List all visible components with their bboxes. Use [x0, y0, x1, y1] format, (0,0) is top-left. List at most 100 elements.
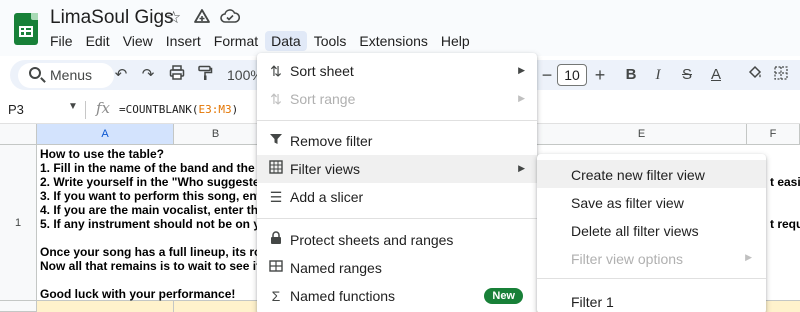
menu-tools[interactable]: Tools: [308, 31, 353, 51]
cell-line: 4. If you are the main vocalist, enter t…: [40, 203, 265, 217]
menu-divider: [257, 218, 537, 219]
submenu-item-label: Save as filter view: [571, 195, 684, 211]
submenu-item-create-filter-view[interactable]: Create new filter view: [537, 160, 766, 188]
submenu-item-save-as-filter-view[interactable]: Save as filter view: [537, 188, 766, 216]
menu-view[interactable]: View: [117, 31, 159, 51]
submenu-item-delete-all-filter-views[interactable]: Delete all filter views: [537, 216, 766, 244]
submenu-arrow-icon: ▶: [518, 163, 525, 173]
menu-divider: [537, 278, 766, 279]
column-header-a[interactable]: A: [37, 124, 174, 145]
cloud-saved-icon[interactable]: [220, 8, 241, 31]
strikethrough-icon[interactable]: S: [676, 65, 698, 85]
undo-icon[interactable]: ↶: [110, 65, 132, 85]
print-icon[interactable]: [166, 65, 188, 87]
row-header-2[interactable]: [0, 301, 37, 312]
text-color-icon[interactable]: A: [705, 65, 727, 85]
decrease-font-icon[interactable]: −: [536, 65, 558, 85]
formula-prefix: =COUNTBLANK(: [119, 103, 199, 116]
new-badge: New: [484, 288, 523, 304]
menu-insert[interactable]: Insert: [160, 31, 207, 51]
menu-item-label: Named functions: [290, 288, 396, 304]
search-menus-label: Menus: [50, 67, 93, 83]
submenu-item-filter-view-options[interactable]: Filter view options ▶: [537, 244, 766, 272]
formula-range-ref: E3:M3: [198, 103, 232, 116]
overflow-text: t requ: [770, 217, 800, 231]
menu-file[interactable]: File: [44, 31, 79, 51]
cell-line: [40, 273, 270, 287]
menu-item-label: Protect sheets and ranges: [290, 232, 454, 248]
column-header-f[interactable]: F: [747, 124, 800, 145]
menu-item-label: Filter views: [290, 161, 361, 177]
select-all-corner[interactable]: [0, 124, 37, 145]
cell-line: [40, 231, 270, 245]
move-to-drive-icon[interactable]: [193, 8, 211, 31]
menu-format[interactable]: Format: [208, 31, 264, 51]
cell-line: Good luck with your performance!: [40, 287, 236, 301]
menu-item-named-functions[interactable]: Σ Named functions New: [257, 282, 537, 310]
formula-suffix: ): [231, 103, 239, 116]
submenu-arrow-icon: ▶: [518, 65, 525, 75]
formula-input[interactable]: =COUNTBLANK(E3:M3): [119, 103, 238, 116]
named-ranges-icon: [267, 259, 285, 277]
menu-extensions[interactable]: Extensions: [353, 31, 433, 51]
document-title[interactable]: LimaSoul Gigs: [50, 7, 174, 29]
submenu-item-label: Delete all filter views: [571, 223, 699, 239]
menu-edit[interactable]: Edit: [80, 31, 116, 51]
borders-icon[interactable]: [770, 65, 792, 87]
menu-item-sort-sheet[interactable]: ⇅ Sort sheet ▶: [257, 57, 537, 85]
menu-item-label: Remove filter: [290, 133, 373, 149]
row-header-1[interactable]: 1: [0, 145, 37, 301]
star-icon[interactable]: ☆: [166, 8, 181, 28]
title-bar: LimaSoul Gigs ☆ File Edit View Insert Fo…: [0, 0, 800, 56]
menu-item-protect-sheets[interactable]: Protect sheets and ranges: [257, 226, 537, 254]
menu-item-sort-range[interactable]: ⇅ Sort range ▶: [257, 85, 537, 113]
data-menu-dropdown: ⇅ Sort sheet ▶ ⇅ Sort range ▶ Remove fil…: [257, 53, 537, 312]
name-box[interactable]: P3: [8, 102, 24, 117]
fx-icon: fx: [96, 99, 111, 117]
menu-bar: File Edit View Insert Format Data Tools …: [44, 31, 477, 51]
menu-item-remove-filter[interactable]: Remove filter: [257, 127, 537, 155]
bold-icon[interactable]: B: [620, 65, 642, 85]
column-header-e[interactable]: E: [537, 124, 747, 145]
submenu-item-label: Filter view options: [571, 251, 684, 267]
paint-format-icon[interactable]: [194, 65, 216, 87]
menu-item-label: Sort range: [290, 91, 356, 107]
formula-divider: [85, 101, 86, 119]
menu-divider: [257, 120, 537, 121]
menu-item-label: Sort sheet: [290, 63, 354, 79]
submenu-item-label: Create new filter view: [571, 167, 705, 183]
menu-item-add-slicer[interactable]: ☰ Add a slicer: [257, 183, 537, 211]
submenu-item-filter-1[interactable]: Filter 1: [537, 287, 766, 312]
sheets-logo-icon[interactable]: [14, 13, 38, 45]
menu-help[interactable]: Help: [435, 31, 476, 51]
redo-icon[interactable]: ↷: [137, 65, 159, 85]
font-size-input[interactable]: 10: [557, 64, 587, 86]
menu-item-filter-views[interactable]: Filter views ▶: [257, 155, 537, 183]
cell-line: 2. Write yourself in the "Who suggested: [40, 175, 267, 189]
sigma-icon: Σ: [271, 288, 281, 304]
menu-item-named-ranges[interactable]: Named ranges: [257, 254, 537, 282]
filter-views-icon: [267, 160, 285, 178]
search-menus-button[interactable]: Menus: [18, 63, 114, 88]
cell-line: 5. If any instrument should not be on yo: [40, 217, 268, 231]
italic-icon[interactable]: I: [647, 65, 669, 85]
protect-lock-icon: [267, 231, 285, 249]
cell-a2[interactable]: [37, 301, 174, 312]
cell-line: How to use the table?: [40, 147, 165, 161]
menu-item-label: Add a slicer: [290, 189, 364, 205]
sort-sheet-icon: ⇅: [270, 63, 282, 79]
column-header-b[interactable]: B: [174, 124, 258, 145]
filter-views-submenu: Create new filter view Save as filter vi…: [537, 154, 766, 312]
increase-font-icon[interactable]: +: [589, 65, 611, 85]
cell-b2[interactable]: [174, 301, 258, 312]
menu-data[interactable]: Data: [265, 31, 307, 51]
cell-line: Once your song has a full lineup, its ro: [40, 245, 262, 259]
name-box-dropdown-icon[interactable]: ▼: [68, 101, 78, 112]
search-icon: [29, 67, 41, 79]
fill-color-icon[interactable]: [744, 65, 766, 87]
menu-item-label: Named ranges: [290, 260, 382, 276]
cell-line: 1. Fill in the name of the band and the …: [40, 161, 265, 175]
submenu-arrow-icon: ▶: [745, 252, 752, 262]
remove-filter-icon: [267, 132, 285, 150]
sort-range-icon: ⇅: [270, 91, 282, 107]
